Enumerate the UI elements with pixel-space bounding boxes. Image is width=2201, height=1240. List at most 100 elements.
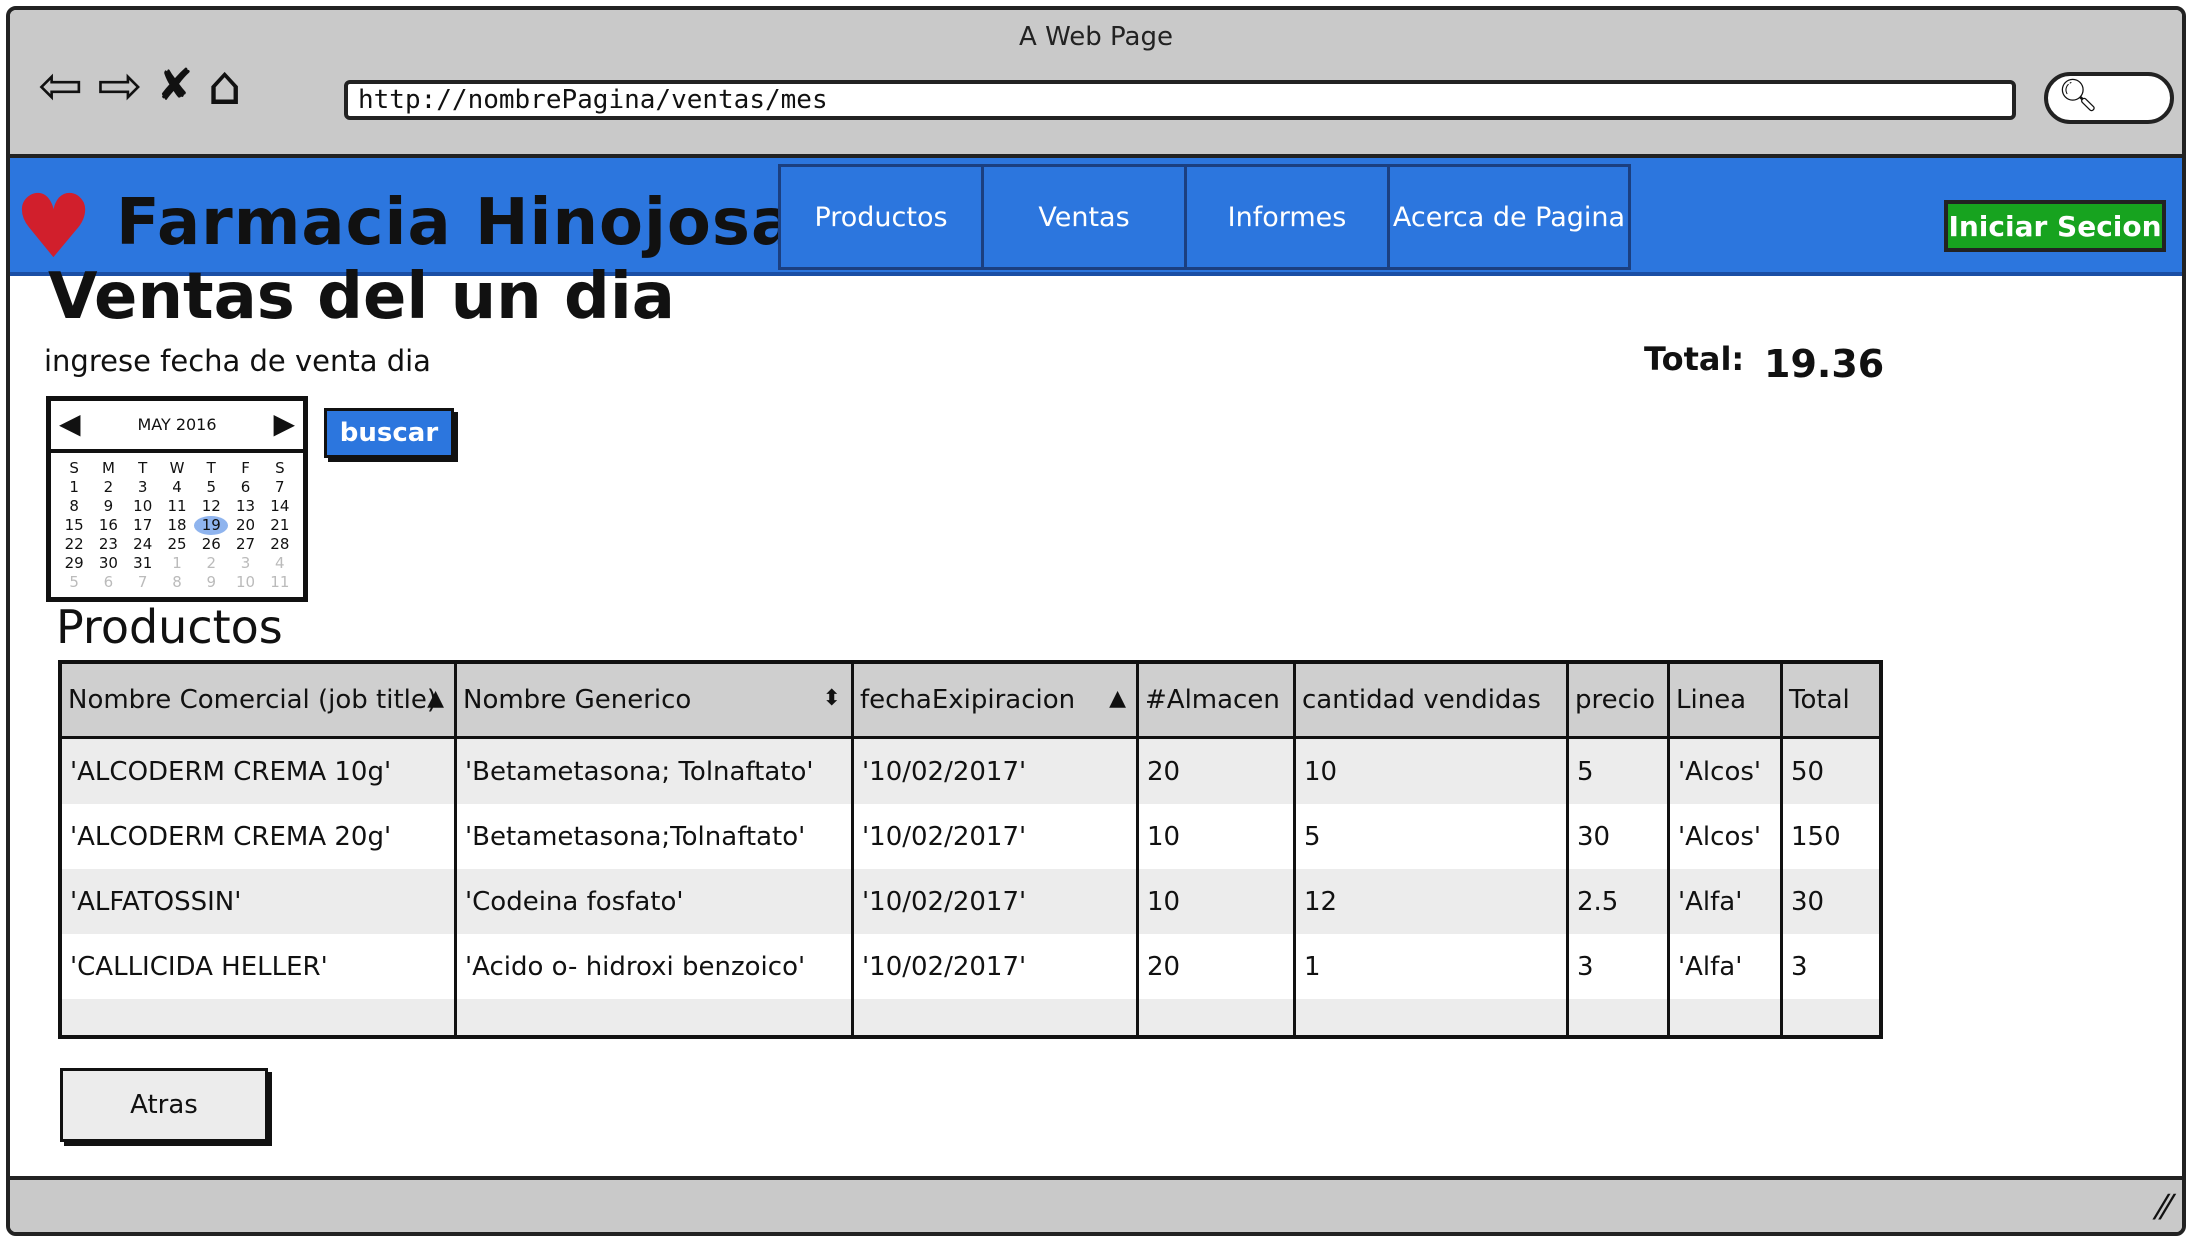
calendar-day[interactable]: 8 — [160, 573, 194, 592]
calendar-day[interactable]: 25 — [160, 535, 194, 554]
table-cell: '10/02/2017' — [852, 869, 1139, 934]
calendar-day[interactable]: 12 — [194, 497, 228, 516]
column-header-fecha[interactable]: fechaExipiracion ▲ — [852, 662, 1139, 739]
browser-chrome: A Web Page ⇦ ⇨ ✘ ⌂ http://nombrePagina/v… — [10, 10, 2182, 158]
calendar-day[interactable]: 13 — [228, 497, 262, 516]
calendar-day[interactable]: 22 — [57, 535, 91, 554]
calendar-weekday: W — [169, 459, 185, 477]
column-header-label: cantidad vendidas — [1302, 685, 1541, 715]
table-cell: 50 — [1781, 737, 1881, 804]
back-arrow-icon[interactable]: ⇦ — [38, 58, 83, 114]
calendar-day[interactable]: 29 — [57, 554, 91, 573]
calendar-day[interactable]: 19 — [194, 516, 229, 535]
table-row[interactable]: 'ALFATOSSIN' 'Codeina fosfato' '10/02/2017… — [60, 869, 1881, 934]
calendar-day[interactable]: 1 — [57, 478, 91, 497]
calendar-day[interactable]: 11 — [160, 497, 194, 516]
calendar-day[interactable]: 5 — [57, 573, 91, 592]
calendar-day[interactable]: 27 — [228, 535, 262, 554]
calendar-day[interactable]: 21 — [263, 516, 297, 535]
calendar-day[interactable]: 6 — [91, 573, 125, 592]
calendar-day[interactable]: 20 — [228, 516, 262, 535]
table-cell — [60, 999, 457, 1037]
calendar-day[interactable]: 30 — [91, 554, 125, 573]
browser-search-field[interactable]: 🔍︎ — [2044, 72, 2174, 124]
calendar-day[interactable]: 26 — [194, 535, 228, 554]
calendar-day[interactable]: 7 — [263, 478, 297, 497]
calendar-day[interactable]: 7 — [126, 573, 160, 592]
calendar-day[interactable]: 9 — [194, 573, 228, 592]
calendar-day[interactable]: 3 — [228, 554, 262, 573]
calendar-weekday: T — [138, 459, 148, 477]
search-button[interactable]: buscar — [324, 408, 454, 458]
table-cell: 30 — [1567, 804, 1670, 869]
calendar-week-row: 22 23 24 25 26 27 28 — [57, 535, 297, 554]
table-cell — [852, 999, 1139, 1037]
page-title: Ventas del un dia — [48, 260, 675, 334]
calendar-day[interactable]: 28 — [263, 535, 297, 554]
calendar-day[interactable]: 4 — [263, 554, 297, 573]
sort-both-icon[interactable]: ⬍ — [823, 686, 841, 711]
calendar-day[interactable]: 8 — [57, 497, 91, 516]
sort-asc-icon[interactable]: ▲ — [427, 686, 444, 711]
home-icon[interactable]: ⌂ — [207, 58, 241, 114]
back-button[interactable]: Atras — [60, 1068, 268, 1142]
calendar-day[interactable]: 1 — [160, 554, 194, 573]
column-header-almacen[interactable]: #Almacen — [1137, 662, 1296, 739]
table-cell: 'Codeina fosfato' — [455, 869, 854, 934]
heart-logo-icon: ♥ — [14, 175, 93, 278]
calendar-week-row: 8 9 10 11 12 13 14 — [57, 497, 297, 516]
column-header-total[interactable]: Total — [1781, 662, 1881, 739]
calendar-day[interactable]: 24 — [126, 535, 160, 554]
calendar-day[interactable]: 15 — [57, 516, 91, 535]
calendar-day[interactable]: 9 — [91, 497, 125, 516]
column-header-nombre-comercial[interactable]: Nombre Comercial (job title) ▲ — [60, 662, 457, 739]
calendar-weekday: S — [69, 459, 79, 477]
nav-icons: ⇦ ⇨ ✘ ⌂ — [38, 58, 242, 114]
next-month-icon[interactable]: ▶ — [273, 407, 295, 440]
sort-asc-icon[interactable]: ▲ — [1109, 686, 1126, 711]
tab-acerca[interactable]: Acerca de Pagina — [1387, 164, 1631, 270]
column-header-cantidad[interactable]: cantidad vendidas — [1294, 662, 1569, 739]
date-picker-calendar[interactable]: ◀ MAY 2016 ▶ S M T W T F S 1 2 3 4 5 6 7 8 9 10 11 12 13 14 1… — [46, 396, 308, 602]
table-cell — [1781, 999, 1881, 1037]
calendar-day[interactable]: 3 — [126, 478, 160, 497]
calendar-day[interactable]: 16 — [91, 516, 125, 535]
calendar-day[interactable]: 6 — [228, 478, 262, 497]
close-icon[interactable]: ✘ — [157, 58, 194, 114]
resize-grip-icon[interactable]: ⁄⁄ — [2159, 1188, 2170, 1228]
tab-informes[interactable]: Informes — [1184, 164, 1390, 270]
table-cell — [1294, 999, 1569, 1037]
calendar-weekday-row: SMTWTFS — [57, 459, 297, 478]
calendar-day[interactable]: 10 — [126, 497, 160, 516]
table-row[interactable]: 'CALLICIDA HELLER' 'Acido o- hidroxi benz… — [60, 934, 1881, 999]
table-cell — [1668, 999, 1783, 1037]
calendar-day[interactable]: 5 — [194, 478, 228, 497]
calendar-day[interactable]: 14 — [263, 497, 297, 516]
section-title: Productos — [56, 600, 283, 654]
calendar-day[interactable]: 17 — [126, 516, 160, 535]
column-header-nombre-generico[interactable]: Nombre Generico ⬍ — [455, 662, 854, 739]
table-row[interactable]: 'ALCODERM CREMA 10g' 'Betametasona; Tolna… — [60, 737, 1881, 804]
tab-productos[interactable]: Productos — [778, 164, 984, 270]
table-row[interactable]: 'ALCODERM CREMA 20g' 'Betametasona;Tolnaf… — [60, 804, 1881, 869]
login-button[interactable]: Iniciar Secion — [1944, 200, 2166, 252]
calendar-day[interactable]: 4 — [160, 478, 194, 497]
calendar-week-row: 29 30 31 1 2 3 4 — [57, 554, 297, 573]
calendar-day[interactable]: 18 — [160, 516, 194, 535]
column-header-linea[interactable]: Linea — [1668, 662, 1783, 739]
calendar-day[interactable]: 31 — [126, 554, 160, 573]
table-cell: 20 — [1137, 934, 1296, 999]
forward-arrow-icon[interactable]: ⇨ — [97, 58, 142, 114]
total-label: Total: — [1644, 340, 1745, 378]
calendar-weekday: F — [241, 459, 250, 477]
tab-ventas[interactable]: Ventas — [981, 164, 1187, 270]
calendar-day[interactable]: 10 — [228, 573, 262, 592]
calendar-day[interactable]: 23 — [91, 535, 125, 554]
url-field[interactable]: http://nombrePagina/ventas/mes — [344, 80, 2016, 120]
calendar-day[interactable]: 2 — [91, 478, 125, 497]
table-cell — [1567, 999, 1670, 1037]
total-value: 19.36 — [1764, 342, 1885, 386]
calendar-day[interactable]: 2 — [194, 554, 228, 573]
column-header-precio[interactable]: precio — [1567, 662, 1670, 739]
calendar-day[interactable]: 11 — [263, 573, 297, 592]
